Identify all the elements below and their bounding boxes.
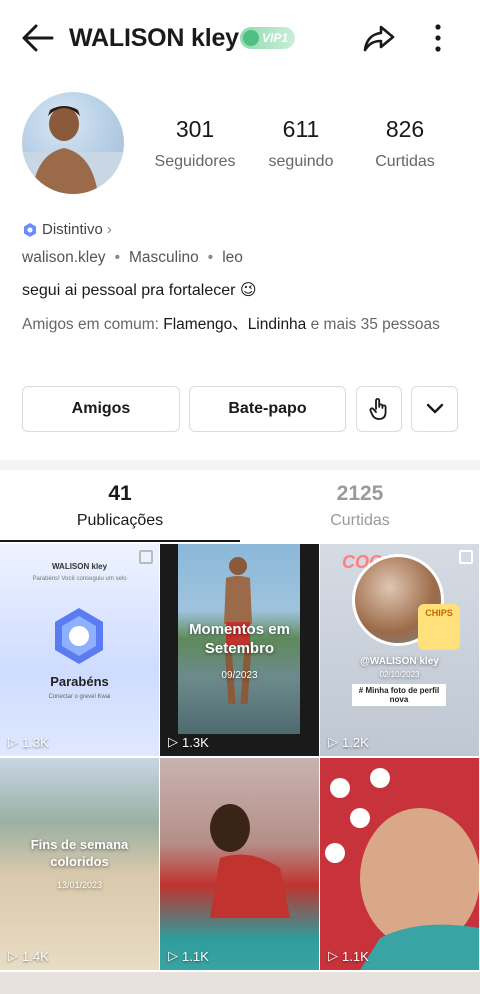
following-count: 611 [282, 116, 320, 142]
post-caption: @WALISON kley [360, 656, 439, 667]
hand-icon [369, 398, 387, 420]
next-row-peek [0, 972, 480, 994]
chips-sticker: CHIPS [418, 604, 460, 650]
pinned-icon [459, 550, 473, 564]
posts-label: Publicações [76, 512, 164, 529]
chevron-right-icon: › [106, 221, 112, 238]
followers-count: 301 [175, 116, 215, 142]
post-thumbnail[interactable]: Fins de semana coloridos 13/01/2023 ▷ 1.4… [0, 758, 159, 970]
post-subtext-2: Conectar o grevel Kwai [48, 694, 111, 700]
stat-followers[interactable]: 301 Seguidores [153, 116, 237, 171]
gender: Masculino [129, 249, 199, 266]
chevron-down-icon [426, 403, 443, 414]
mutual-suffix: e mais 35 pessoas [306, 316, 440, 333]
likes-count: 826 [385, 116, 425, 142]
bio-text: segui ai pessoal pra fortalecer 😉 [22, 282, 257, 299]
post-thumbnail[interactable]: WALISON kley Parabéns! Você conseguiu um… [0, 544, 159, 756]
post-photo [325, 768, 479, 970]
post-date: 02/10/2023 [379, 670, 420, 679]
mutual-friends[interactable]: Amigos em comum: Flamengo、Lindinha e mai… [22, 313, 442, 337]
liked-label: Curtidas [330, 512, 390, 529]
badge-hex-icon [24, 222, 36, 237]
vip-label: VIP1 [262, 31, 289, 45]
more-vertical-icon[interactable] [426, 22, 450, 54]
likes-label: Curtidas [375, 153, 435, 170]
view-count: ▷ 1.3K [8, 734, 49, 750]
stat-following[interactable]: 611 seguindo [264, 116, 338, 171]
badge-link[interactable]: Distintivo › [22, 221, 112, 238]
avatar-photo [22, 106, 124, 194]
post-thumbnail[interactable]: Momentos em Setembro 09/2023 ▷ 1.3K [160, 544, 319, 756]
liked-count: 2125 [336, 482, 384, 505]
medal-icon [55, 608, 103, 664]
poke-button[interactable] [356, 386, 402, 432]
play-icon: ▷ [328, 734, 338, 749]
followers-label: Seguidores [154, 153, 236, 170]
mutual-prefix: Amigos em comum: [22, 316, 164, 333]
play-icon: ▷ [8, 948, 18, 963]
view-count: ▷ 1.2K [328, 734, 369, 750]
post-thumbnail[interactable]: ▷ 1.1K [320, 758, 479, 970]
post-date: 13/01/2023 [56, 880, 103, 890]
post-caption: Momentos em Setembro [189, 621, 290, 657]
post-top-label: WALISON kley [51, 562, 108, 571]
view-count: ▷ 1.4K [8, 948, 49, 964]
chat-button[interactable]: Bate-papo [189, 386, 346, 432]
zodiac-sign: leo [222, 249, 243, 266]
friends-button[interactable]: Amigos [22, 386, 180, 432]
following-label: seguindo [268, 153, 334, 170]
profile-title: WALISON kley [69, 24, 239, 52]
play-icon: ▷ [8, 734, 18, 749]
username: walison.kley [22, 249, 106, 266]
post-subtext: Parabéns! Você conseguiu um selo [32, 576, 127, 582]
tab-likes[interactable]: 2125 Curtidas [240, 482, 480, 530]
expand-button[interactable] [411, 386, 458, 432]
view-count: ▷ 1.1K [168, 948, 209, 964]
tab-posts[interactable]: 41 Publicações [0, 482, 240, 530]
post-thumbnail[interactable]: COOL CHIPS @WALISON kley 02/10/2023 # Mi… [320, 544, 479, 756]
back-arrow-icon[interactable] [20, 22, 56, 54]
person-figure [210, 804, 290, 918]
play-icon: ▷ [328, 948, 338, 963]
post-thumbnail[interactable]: ▷ 1.1K [160, 758, 319, 970]
top-bar: WALISON kley VIP1 [0, 0, 480, 76]
vip-gem-icon [243, 30, 259, 46]
posts-count: 41 [108, 482, 132, 505]
play-icon: ▷ [168, 948, 178, 963]
post-sticker-text: # Minha foto de perfil nova [352, 684, 446, 706]
vip-badge[interactable]: VIP1 [240, 27, 296, 49]
section-divider [0, 460, 480, 470]
view-count: ▷ 1.3K [168, 734, 209, 750]
profile-info: walison.kley • Masculino • leo [22, 249, 243, 266]
stat-likes[interactable]: 826 Curtidas [370, 116, 440, 171]
play-icon: ▷ [168, 734, 178, 749]
post-date: 09/2023 [221, 670, 258, 681]
active-tab-indicator [0, 540, 240, 542]
post-caption: Fins de semana coloridos [30, 837, 129, 869]
post-caption: Parabéns [50, 674, 109, 689]
avatar[interactable] [22, 92, 124, 194]
share-icon[interactable] [362, 22, 396, 54]
badge-label: Distintivo [42, 221, 103, 238]
view-count: ▷ 1.1K [328, 948, 369, 964]
mutual-names: Flamengo、Lindinha [163, 316, 307, 333]
